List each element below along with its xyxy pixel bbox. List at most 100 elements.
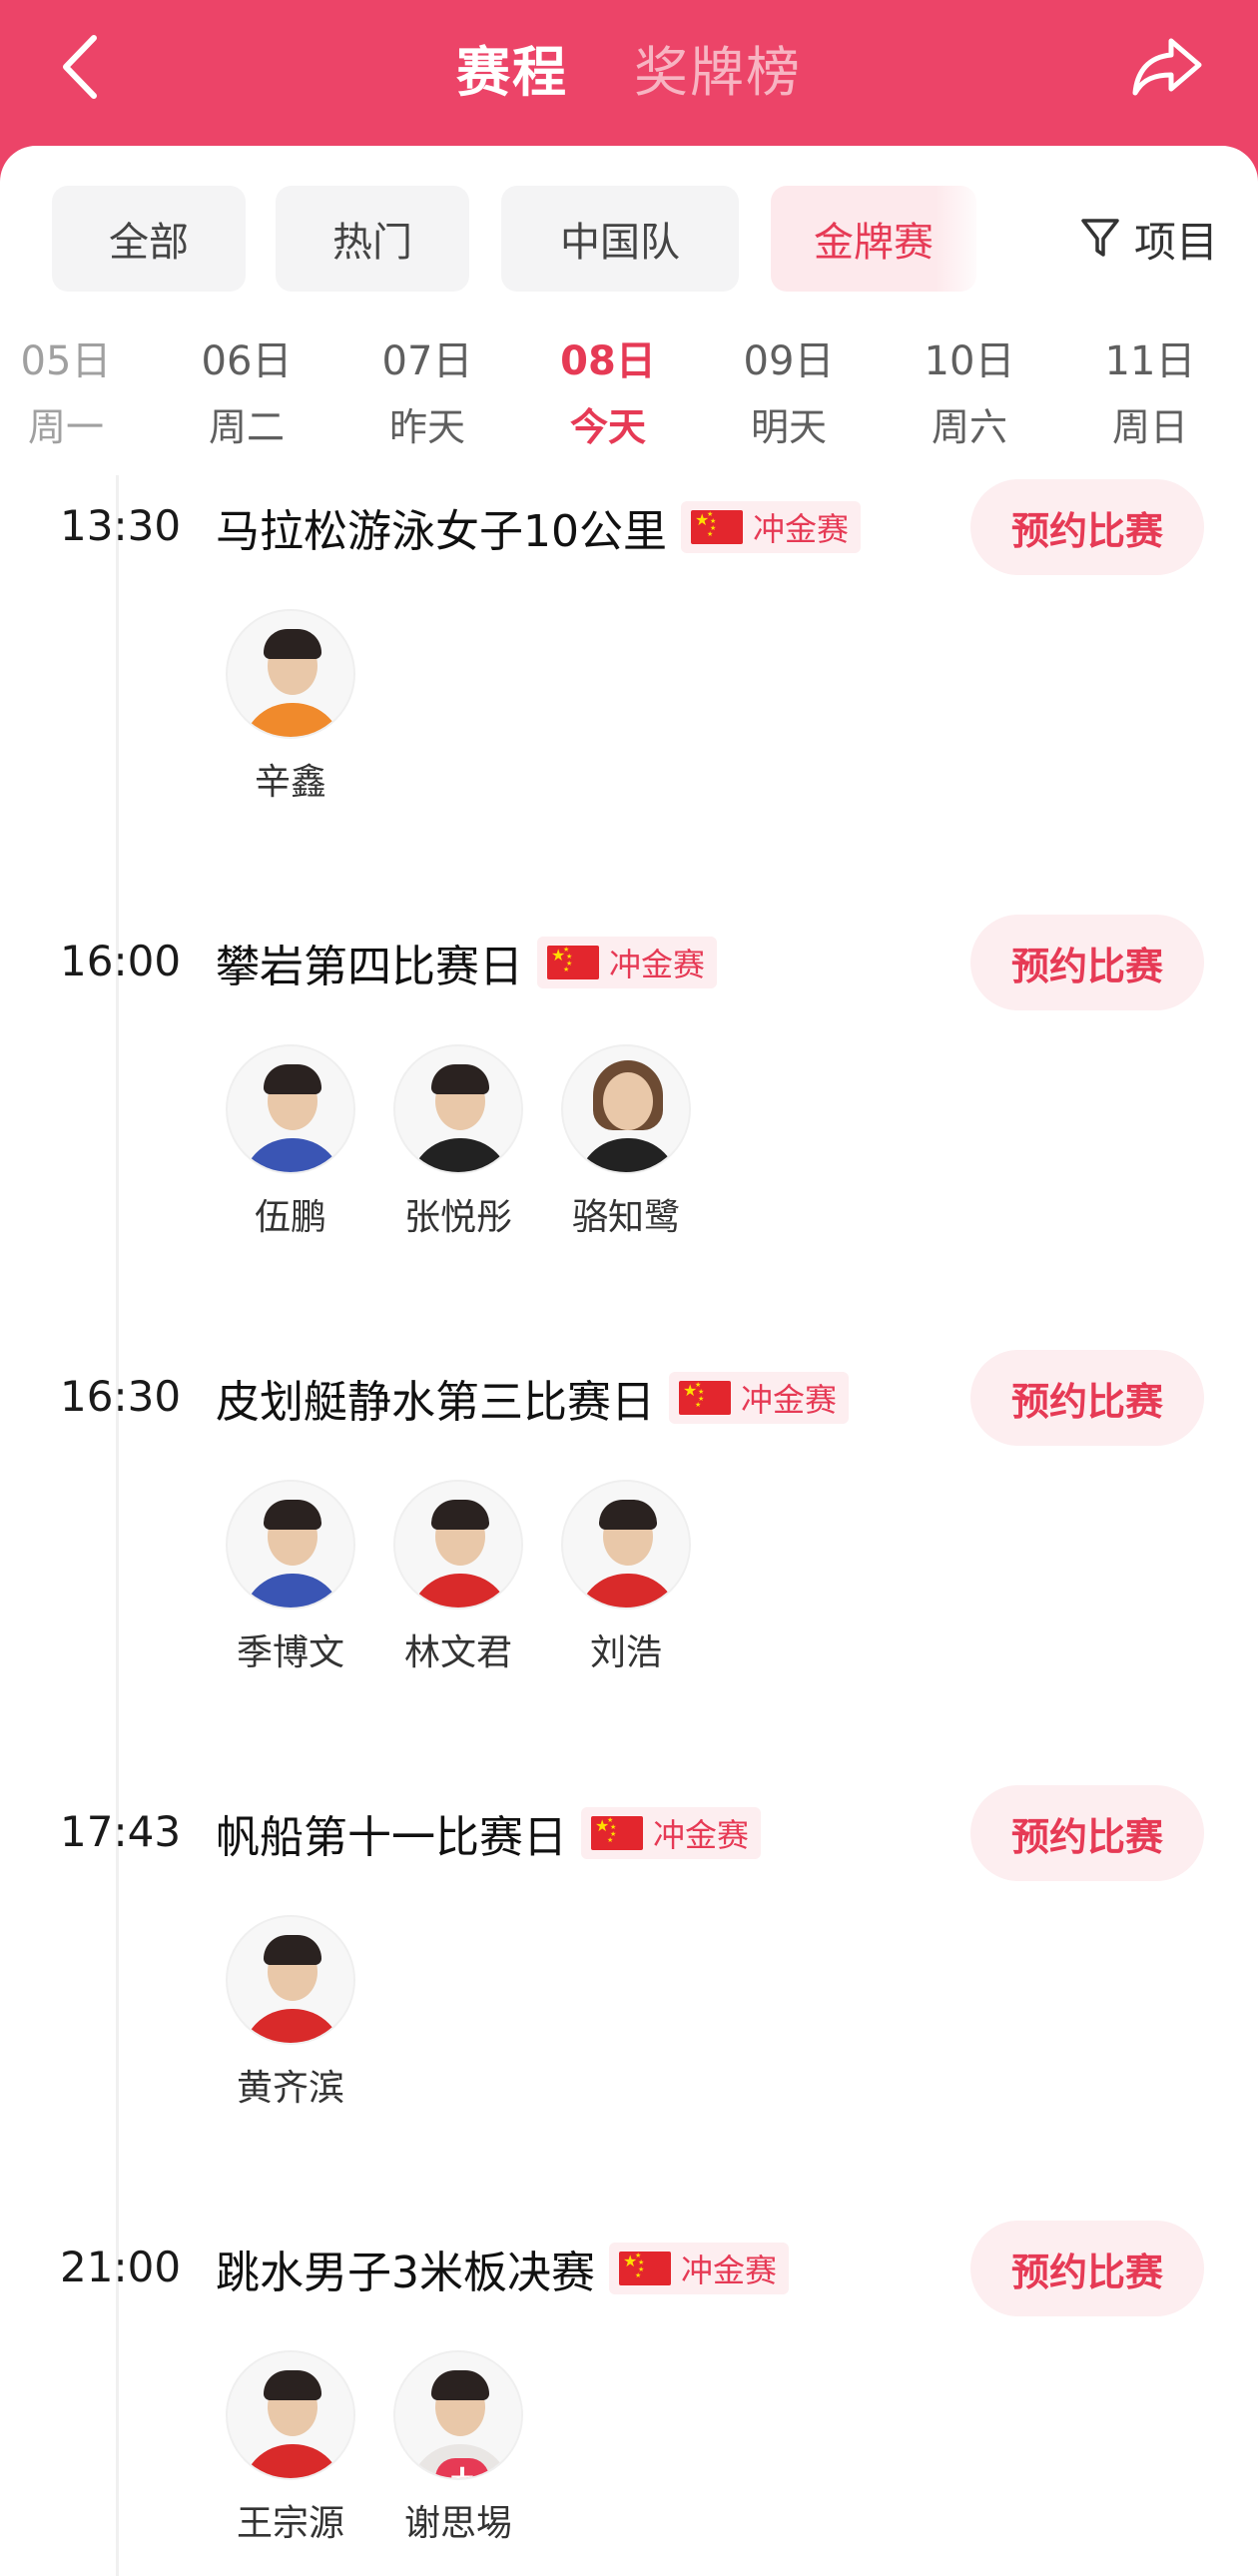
date-item[interactable]: 07日 昨天 — [357, 331, 497, 471]
avatar — [226, 1044, 355, 1174]
filter-chip-hot[interactable]: 热门 — [276, 186, 469, 292]
badge-label: 冲金赛 — [653, 1816, 750, 1854]
badge-label: 冲金赛 — [681, 2252, 778, 2289]
china-flag-icon: ★ ★ ★ ★ ★ — [619, 2252, 671, 2285]
date-day: 09日 — [743, 338, 835, 384]
athlete-name: 谢思埸 — [403, 2503, 512, 2544]
event-time: 21:00 — [60, 2243, 182, 2291]
athlete-item[interactable]: 刘浩 — [551, 1480, 701, 1675]
athlete-item[interactable]: 张悦彤 — [383, 1044, 533, 1240]
athlete-name: 骆知鹭 — [571, 1197, 680, 1238]
project-filter-button[interactable]: 项目 — [1080, 186, 1218, 292]
gold-race-badge: ★ ★ ★ ★ ★ 冲金赛 — [581, 1807, 762, 1859]
tab-schedule[interactable]: 赛程 — [456, 28, 568, 107]
event-card: 16:30 皮划艇静水第三比赛日 ★ ★ ★ ★ ★ 冲金赛 预约比赛 季博文 林文君 … — [0, 1350, 1258, 1789]
athlete-item[interactable]: 王宗源 — [216, 2350, 365, 2546]
share-button[interactable] — [1118, 22, 1218, 112]
athlete-name: 王宗源 — [236, 2503, 344, 2544]
filter-funnel-icon — [1081, 219, 1119, 257]
event-title-row: 攀岩第四比赛日 ★ ★ ★ ★ ★ 冲金赛 — [216, 915, 718, 1010]
filter-chip-china-team[interactable]: 中国队 — [501, 186, 739, 292]
date-day: 10日 — [924, 338, 1015, 384]
reserve-match-button[interactable]: 预约比赛 — [970, 479, 1204, 575]
avatar — [561, 1044, 691, 1174]
athlete-item[interactable]: 季博文 — [216, 1480, 365, 1675]
event-time: 16:00 — [60, 937, 182, 985]
event-title[interactable]: 跳水男子3米板决赛 — [216, 2237, 595, 2300]
event-title[interactable]: 攀岩第四比赛日 — [216, 931, 523, 994]
athlete-item[interactable]: 辛鑫 — [216, 609, 365, 805]
gold-race-badge: ★ ★ ★ ★ ★ 冲金赛 — [681, 501, 862, 553]
date-item[interactable]: 10日 周六 — [900, 331, 1039, 471]
avatar — [226, 1480, 355, 1610]
date-item[interactable]: 06日 周二 — [177, 331, 316, 471]
date-weekday: 周日 — [1111, 405, 1188, 449]
china-flag-icon: ★ ★ ★ ★ ★ — [679, 1381, 731, 1415]
badge-label: 冲金赛 — [741, 1381, 838, 1419]
athlete-name: 林文君 — [403, 1632, 512, 1673]
event-card: 21:00 跳水男子3米板决赛 ★ ★ ★ ★ ★ 冲金赛 预约比赛 王宗源 + 谢思埸 — [0, 2221, 1258, 2576]
plus-icon[interactable]: + — [435, 2458, 489, 2478]
china-flag-icon: ★ ★ ★ ★ ★ — [591, 1816, 643, 1850]
china-flag-icon: ★ ★ ★ ★ ★ — [691, 510, 743, 544]
filter-chip-all[interactable]: 全部 — [52, 186, 246, 292]
event-title[interactable]: 马拉松游泳女子10公里 — [216, 495, 667, 559]
date-weekday: 周一 — [27, 405, 104, 449]
event-card: 17:43 帆船第十一比赛日 ★ ★ ★ ★ ★ 冲金赛 预约比赛 黄齐滨 — [0, 1785, 1258, 2225]
date-weekday: 周六 — [931, 405, 1007, 449]
gold-race-badge: ★ ★ ★ ★ ★ 冲金赛 — [537, 937, 718, 988]
date-weekday: 昨天 — [388, 405, 465, 449]
top-bar: 赛程 奖牌榜 — [0, 0, 1258, 150]
avatar — [393, 1480, 523, 1610]
back-button[interactable] — [40, 22, 120, 112]
filter-chip-gold-medal[interactable]: 金牌赛 — [771, 186, 976, 292]
badge-label: 冲金赛 — [753, 510, 850, 548]
date-day: 05日 — [20, 338, 112, 384]
event-card: 16:00 攀岩第四比赛日 ★ ★ ★ ★ ★ 冲金赛 预约比赛 伍鹏 张悦彤 骆知鹭 — [0, 915, 1258, 1354]
reserve-match-button[interactable]: 预约比赛 — [970, 2221, 1204, 2316]
filter-bar: 全部 热门 中国队 金牌赛 项目 — [0, 186, 1258, 292]
avatar — [226, 2350, 355, 2480]
event-card: 13:30 马拉松游泳女子10公里 ★ ★ ★ ★ ★ 冲金赛 预约比赛 辛鑫 — [0, 479, 1258, 919]
event-title-row: 跳水男子3米板决赛 ★ ★ ★ ★ ★ 冲金赛 — [216, 2221, 790, 2316]
event-title-row: 马拉松游泳女子10公里 ★ ★ ★ ★ ★ 冲金赛 — [216, 479, 862, 575]
athlete-item[interactable]: 林文君 — [383, 1480, 533, 1675]
athlete-item[interactable]: + 谢思埸 — [383, 2350, 533, 2546]
date-item[interactable]: 11日 周日 — [1080, 331, 1220, 471]
athlete-name: 伍鹏 — [254, 1197, 326, 1238]
athlete-name: 刘浩 — [589, 1632, 662, 1673]
chevron-left-icon — [63, 35, 97, 99]
athlete-item[interactable]: 黄齐滨 — [216, 1915, 365, 2111]
date-day: 07日 — [381, 338, 473, 384]
date-weekday: 明天 — [750, 405, 827, 449]
athlete-name: 张悦彤 — [403, 1197, 512, 1238]
athlete-item[interactable]: 伍鹏 — [216, 1044, 365, 1240]
gold-race-badge: ★ ★ ★ ★ ★ 冲金赛 — [609, 2243, 790, 2294]
avatar — [226, 609, 355, 739]
reserve-match-button[interactable]: 预约比赛 — [970, 1785, 1204, 1881]
date-item[interactable]: 05日 周一 — [0, 331, 136, 471]
content-sheet: 全部 热门 中国队 金牌赛 项目 05日 周一 06日 周二 07日 昨天 08… — [0, 146, 1258, 2576]
date-weekday: 今天 — [569, 405, 646, 449]
date-item[interactable]: 09日 明天 — [719, 331, 859, 471]
reserve-match-button[interactable]: 预约比赛 — [970, 915, 1204, 1010]
event-time: 13:30 — [60, 501, 182, 550]
avatar — [561, 1480, 691, 1610]
event-title[interactable]: 帆船第十一比赛日 — [216, 1801, 567, 1865]
gold-race-badge: ★ ★ ★ ★ ★ 冲金赛 — [669, 1372, 850, 1424]
share-arrow-icon — [1132, 38, 1202, 96]
avatar: + — [393, 2350, 523, 2480]
athlete-item[interactable]: 骆知鹭 — [551, 1044, 701, 1240]
reserve-match-button[interactable]: 预约比赛 — [970, 1350, 1204, 1446]
date-day: 06日 — [201, 338, 293, 384]
date-weekday: 周二 — [208, 405, 285, 449]
event-title-row: 帆船第十一比赛日 ★ ★ ★ ★ ★ 冲金赛 — [216, 1785, 762, 1881]
event-title[interactable]: 皮划艇静水第三比赛日 — [216, 1366, 655, 1430]
badge-label: 冲金赛 — [609, 946, 706, 983]
tab-medal-table[interactable]: 奖牌榜 — [634, 28, 802, 107]
athlete-name: 季博文 — [236, 1632, 344, 1673]
athlete-name: 辛鑫 — [254, 762, 326, 803]
project-filter-label: 项目 — [1133, 217, 1218, 267]
date-item-today[interactable]: 08日 今天 — [538, 331, 678, 471]
date-day: 08日 — [560, 338, 656, 384]
